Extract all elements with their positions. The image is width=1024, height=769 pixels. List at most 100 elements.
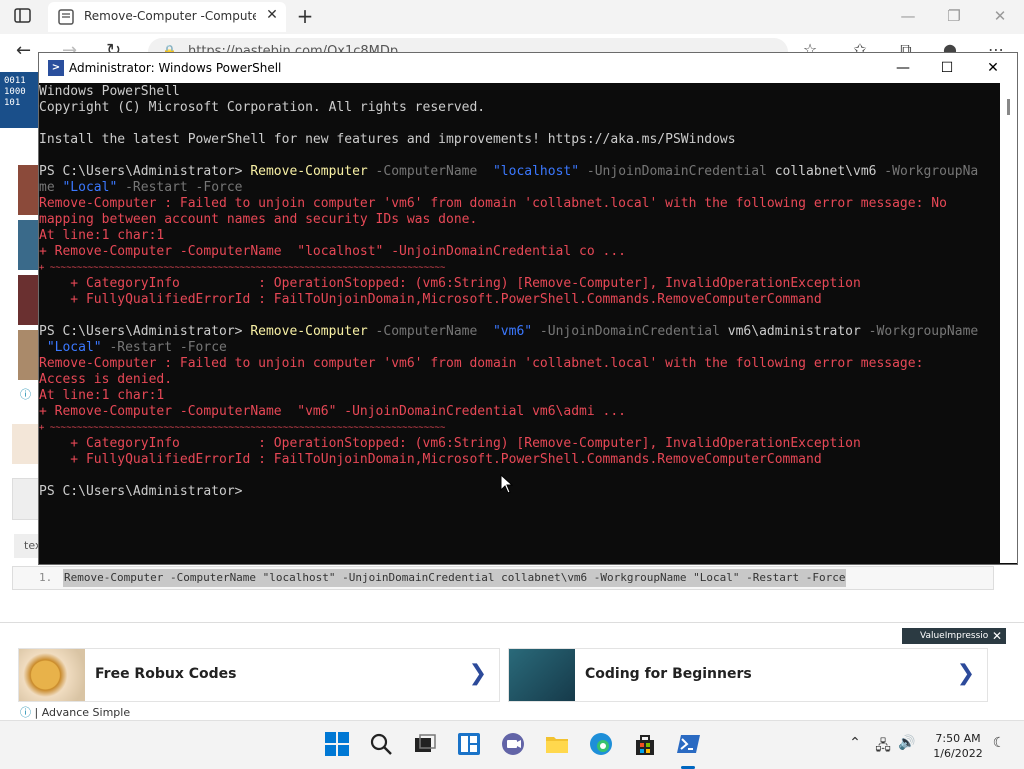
error-line: Remove-Computer : Failed to unjoin compu…	[39, 356, 924, 371]
string-value: "Local"	[62, 180, 118, 195]
ad-card-coding[interactable]: Coding for Beginners ❯	[508, 648, 988, 702]
maximize-button[interactable]: ☐	[925, 56, 969, 80]
prompt-line: PS C:\Users\Administrator> Remove-Comput…	[39, 324, 978, 340]
mouse-pointer-icon	[500, 473, 514, 494]
error-line: + CategoryInfo : OperationStopped: (vm6:…	[39, 436, 861, 451]
chevron-right-icon: ❯	[468, 661, 487, 686]
powershell-window[interactable]: > Administrator: Windows PowerShell — ☐ …	[38, 52, 1018, 565]
error-line: + FullyQualifiedErrorId : FailToUnjoinDo…	[39, 292, 822, 307]
widgets-icon[interactable]	[456, 731, 484, 759]
back-arrow-icon[interactable]: ←	[16, 40, 31, 61]
string-value: "Local"	[39, 340, 102, 355]
console-line: Install the latest PowerShell for new fe…	[39, 132, 736, 147]
scrollbar-thumb[interactable]	[1007, 99, 1010, 115]
scrollbar[interactable]	[1000, 83, 1017, 563]
info-icon[interactable]: ⓘ	[20, 706, 35, 719]
error-underline: + ~~~~~~~~~~~~~~~~~~~~~~~~~~~~~~~~~~~~~~…	[39, 423, 446, 433]
browser-tab-bar: Remove-Computer -ComputerN ✕ + — ❐ ✕	[0, 0, 1024, 34]
tab-title: Remove-Computer -ComputerN	[84, 9, 256, 23]
clock[interactable]: 7:50 AM 1/6/2022	[930, 731, 986, 761]
code-line-number: 1.	[39, 571, 53, 584]
argument: collabnet\vm6	[774, 164, 877, 179]
error-line: + Remove-Computer -ComputerName "localho…	[39, 244, 626, 259]
chevron-right-icon: ❯	[956, 661, 975, 686]
console-output[interactable]: Windows PowerShell Copyright (C) Microso…	[39, 83, 999, 563]
browser-close-button[interactable]: ✕	[978, 4, 1022, 28]
browser-minimize-button[interactable]: —	[886, 4, 930, 28]
prompt-line: PS C:\Users\Administrator> Remove-Comput…	[39, 164, 978, 180]
prompt: PS C:\Users\Administrator>	[39, 164, 251, 179]
teams-chat-icon[interactable]	[500, 731, 528, 759]
info-icon[interactable]: ⓘ	[20, 386, 31, 402]
console-line: Copyright (C) Microsoft Corporation. All…	[39, 100, 486, 115]
clock-date: 1/6/2022	[933, 747, 983, 760]
edge-browser-icon[interactable]	[588, 731, 616, 759]
current-prompt[interactable]: PS C:\Users\Administrator>	[39, 484, 243, 500]
error-line: + Remove-Computer -ComputerName "vm6" -U…	[39, 404, 626, 419]
sidebar-thumbnail[interactable]	[18, 330, 38, 380]
parameter: -ComputerName	[367, 164, 493, 179]
error-line: Remove-Computer : Failed to unjoin compu…	[39, 196, 947, 211]
page-divider	[0, 622, 1024, 623]
window-title: Administrator: Windows PowerShell	[69, 61, 282, 75]
error-line: At line:1 char:1	[39, 388, 165, 403]
tab-close-icon[interactable]: ✕	[262, 7, 282, 27]
command: Remove-Computer	[250, 324, 368, 339]
parameter: -Restart -Force	[117, 180, 243, 195]
file-explorer-icon[interactable]	[544, 731, 572, 759]
network-icon[interactable]: 🖧	[874, 735, 892, 754]
ad-title: Coding for Beginners	[585, 666, 752, 682]
command: Remove-Computer	[250, 164, 368, 179]
clock-time: 7:50 AM	[935, 732, 981, 745]
error-line: + CategoryInfo : OperationStopped: (vm6:…	[39, 276, 861, 291]
store-icon[interactable]	[632, 731, 660, 759]
pastebin-favicon-icon	[58, 9, 74, 25]
parameter: -ComputerName	[367, 324, 493, 339]
sidebar-thumbnail[interactable]	[18, 275, 38, 325]
prompt-line-wrap: "Local" -Restart -Force	[39, 340, 227, 356]
parameter: -Restart -Force	[101, 340, 227, 355]
error-line: At line:1 char:1	[39, 228, 165, 243]
parameter: me	[39, 180, 63, 195]
ad-coding-image	[509, 649, 575, 701]
code-line-text[interactable]: Remove-Computer -ComputerName "localhost…	[63, 569, 847, 587]
show-hidden-icons-chevron-icon[interactable]: ⌃	[846, 735, 864, 753]
volume-icon[interactable]: 🔊	[898, 735, 916, 753]
error-underline: + ~~~~~~~~~~~~~~~~~~~~~~~~~~~~~~~~~~~~~~…	[39, 263, 446, 273]
parameter: -UnjoinDomainCredential	[532, 324, 728, 339]
sidebar-thumbnail[interactable]	[18, 165, 38, 215]
notifications-moon-icon[interactable]: ☾	[990, 735, 1008, 753]
browser-restore-button[interactable]: ❐	[932, 4, 976, 28]
sidebar-card[interactable]	[12, 424, 38, 464]
powershell-titlebar[interactable]: > Administrator: Windows PowerShell — ☐ …	[39, 53, 1017, 83]
new-tab-button[interactable]: +	[292, 4, 318, 28]
ad-footer-text: | Advance Simple	[34, 706, 131, 719]
browser-tab[interactable]: Remove-Computer -ComputerN ✕	[48, 2, 286, 32]
minimize-button[interactable]: —	[881, 56, 925, 80]
prompt-line-wrap: me "Local" -Restart -Force	[39, 180, 243, 196]
powershell-icon: >	[48, 60, 64, 76]
taskbar: ⌃ 🖧 🔊 7:50 AM 1/6/2022 ☾	[0, 720, 1024, 769]
ad-food-image	[19, 649, 85, 701]
search-icon[interactable]	[368, 731, 396, 759]
ad-close-icon[interactable]: ✕	[988, 628, 1006, 644]
ad-card-robux[interactable]: Free Robux Codes ❯	[18, 648, 500, 702]
string-value: "vm6"	[492, 324, 533, 339]
powershell-taskbar-icon[interactable]	[676, 731, 704, 759]
console-line: Windows PowerShell	[39, 84, 180, 99]
error-line: mapping between account names and securi…	[39, 212, 478, 227]
tab-actions-icon[interactable]	[14, 8, 32, 24]
parameter: -WorkgroupName	[860, 324, 979, 339]
sidebar-thumbnail[interactable]	[18, 220, 38, 270]
prompt: PS C:\Users\Administrator>	[39, 324, 251, 339]
string-value: "localhost"	[492, 164, 580, 179]
parameter: -WorkgroupNa	[876, 164, 979, 179]
close-button[interactable]: ✕	[971, 56, 1015, 80]
task-view-icon[interactable]	[412, 731, 440, 759]
sidebar-card[interactable]	[12, 478, 40, 520]
argument: vm6\administrator	[727, 324, 861, 339]
ad-title: Free Robux Codes	[95, 666, 237, 682]
ad-footer-label: ⓘ | Advance Simple	[20, 704, 130, 720]
code-block: 1. Remove-Computer -ComputerName "localh…	[12, 566, 994, 590]
start-windows-icon[interactable]	[324, 731, 352, 759]
